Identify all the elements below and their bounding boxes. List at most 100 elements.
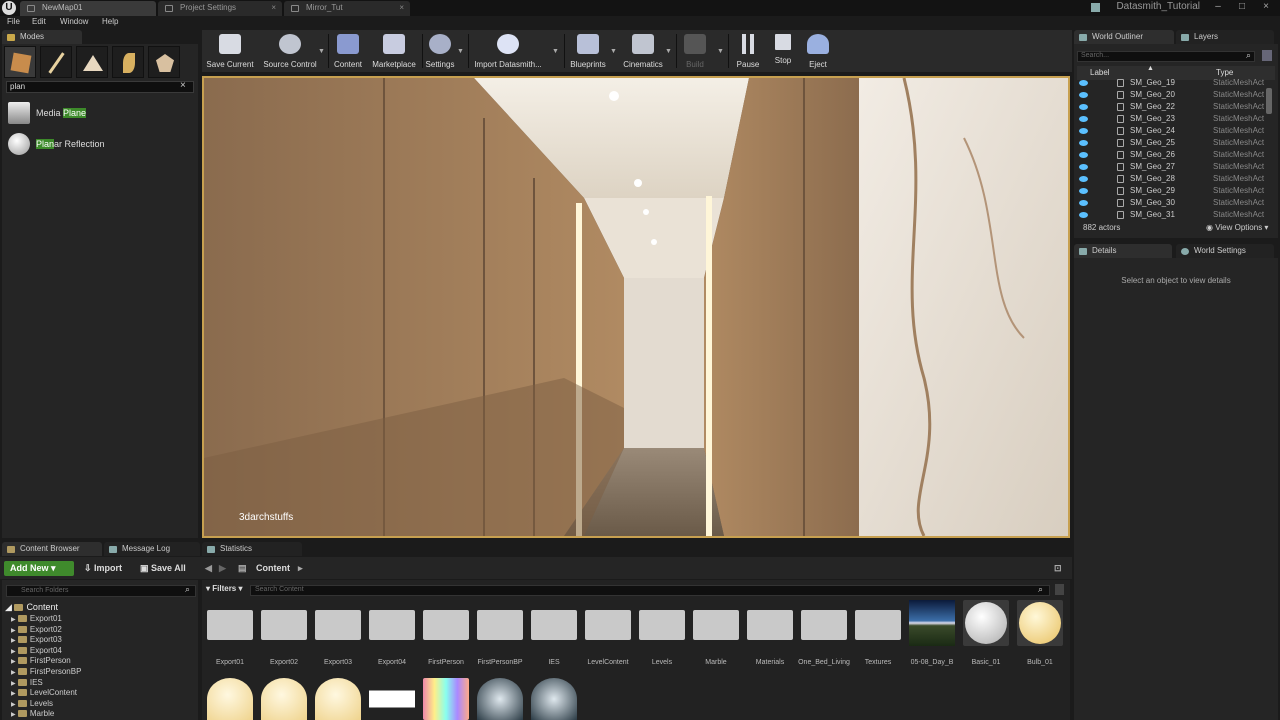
geometry-mode-button[interactable] (148, 46, 180, 78)
content-button[interactable]: Content (332, 32, 364, 70)
asset-thumbnail[interactable] (369, 678, 415, 720)
table-row[interactable]: SM_Geo_31 StaticMeshAct (1077, 209, 1265, 221)
asset-thumbnail[interactable] (909, 600, 955, 646)
column-type[interactable]: Type (1216, 68, 1233, 77)
paint-mode-button[interactable] (40, 46, 72, 78)
collapse-arrow-icon[interactable]: ▶ (11, 659, 16, 665)
table-row[interactable]: SM_Geo_26 StaticMeshAct (1077, 149, 1265, 161)
eye-icon[interactable] (1079, 200, 1088, 206)
folder-tree-item[interactable]: ▶ Export01 (11, 614, 62, 623)
folder-tree-item[interactable]: ▶ Levels (11, 699, 53, 708)
table-row[interactable]: SM_Geo_29 StaticMeshAct (1077, 185, 1265, 197)
source-control-button[interactable]: Source Control (260, 32, 320, 70)
list-item-media-plane[interactable]: Media Plane (8, 102, 198, 124)
blueprints-button[interactable]: Blueprints (568, 32, 608, 70)
folder-tree-item[interactable]: ▶ Export04 (11, 646, 62, 655)
chevron-down-icon[interactable]: ▼ (457, 48, 464, 55)
collapse-arrow-icon[interactable]: ▶ (11, 649, 16, 655)
tab-content-browser[interactable]: Content Browser (2, 542, 102, 556)
tab-mirror-tut[interactable]: Mirror_Tut × (284, 1, 410, 16)
marketplace-button[interactable]: Marketplace (370, 32, 418, 70)
tab-modes[interactable]: Modes (2, 30, 82, 44)
list-item-planar-reflection[interactable]: Planar Reflection (8, 133, 198, 155)
table-row[interactable]: SM_Geo_24 StaticMeshAct (1077, 125, 1265, 137)
folder-icon[interactable] (261, 610, 307, 640)
save-current-button[interactable]: Save Current (206, 32, 254, 70)
chevron-down-icon[interactable]: ▼ (318, 48, 325, 55)
eye-icon[interactable] (1079, 164, 1088, 170)
eye-icon[interactable] (1079, 128, 1088, 134)
folder-tree-item[interactable]: ▶ FirstPerson (11, 656, 71, 665)
asset-search-input[interactable]: Search Content (250, 585, 1050, 596)
table-row[interactable]: SM_Geo_23 StaticMeshAct (1077, 113, 1265, 125)
stop-button[interactable]: Stop (770, 32, 796, 70)
menu-file[interactable]: File (7, 17, 20, 26)
table-row[interactable]: SM_Geo_30 StaticMeshAct (1077, 197, 1265, 209)
clear-search-icon[interactable]: × (180, 80, 186, 91)
save-search-icon[interactable] (1055, 584, 1064, 595)
back-arrow-icon[interactable]: ◀ (205, 561, 212, 576)
table-row[interactable]: SM_Geo_28 StaticMeshAct (1077, 173, 1265, 185)
folder-tree-item[interactable]: ▶ FirstPersonBP (11, 667, 81, 676)
collapse-arrow-icon[interactable]: ▶ (11, 628, 16, 634)
tab-details[interactable]: Details (1074, 244, 1172, 258)
outliner-search-input[interactable]: Search... (1077, 51, 1255, 62)
asset-thumbnail[interactable] (477, 678, 523, 720)
menu-window[interactable]: Window (60, 17, 88, 26)
tab-layers[interactable]: Layers (1176, 30, 1274, 44)
column-label[interactable]: Label (1090, 68, 1110, 77)
tab-message-log[interactable]: Message Log (104, 542, 200, 556)
folder-icon[interactable] (531, 610, 577, 640)
tab-world-settings[interactable]: World Settings (1176, 244, 1274, 258)
collapse-arrow-icon[interactable]: ▶ (11, 638, 16, 644)
expand-icon[interactable]: ◢ (5, 602, 12, 612)
tab-project-settings[interactable]: Project Settings × (158, 1, 282, 16)
outliner-scrollbar[interactable] (1266, 88, 1272, 114)
eye-icon[interactable] (1079, 104, 1088, 110)
eye-icon[interactable] (1079, 212, 1088, 218)
eye-icon[interactable] (1079, 152, 1088, 158)
asset-thumbnail[interactable] (315, 678, 361, 720)
eye-icon[interactable] (1079, 80, 1088, 86)
folder-icon[interactable] (585, 610, 631, 640)
save-all-button[interactable]: ▣ Save All (140, 561, 186, 576)
eject-button[interactable]: Eject (804, 32, 832, 70)
place-mode-button[interactable] (4, 46, 36, 78)
asset-thumbnail[interactable] (963, 600, 1009, 646)
menu-edit[interactable]: Edit (32, 17, 46, 26)
tab-newmap01[interactable]: NewMap01 (20, 1, 156, 16)
lock-icon[interactable]: ⊡ (1054, 561, 1062, 576)
collapse-arrow-icon[interactable]: ▶ (11, 670, 16, 676)
breadcrumb-chevron-icon[interactable]: ▸ (298, 561, 303, 576)
collapse-arrow-icon[interactable]: ▶ (11, 702, 16, 708)
import-button[interactable]: ⇩ Import (84, 561, 122, 576)
cinematics-button[interactable]: Cinematics (622, 32, 664, 70)
close-window-icon[interactable]: × (1254, 0, 1278, 15)
chevron-down-icon[interactable]: ▼ (610, 48, 617, 55)
folder-icon[interactable] (369, 610, 415, 640)
table-row[interactable]: SM_Geo_22 StaticMeshAct (1077, 101, 1265, 113)
folder-icon[interactable] (693, 610, 739, 640)
folder-icon[interactable] (207, 610, 253, 640)
folder-icon[interactable] (423, 610, 469, 640)
folder-icon[interactable] (315, 610, 361, 640)
chevron-down-icon[interactable]: ▼ (717, 48, 724, 55)
foliage-mode-button[interactable] (112, 46, 144, 78)
close-icon[interactable]: × (271, 1, 276, 15)
collapse-arrow-icon[interactable]: ▶ (11, 617, 16, 623)
tab-world-outliner[interactable]: World Outliner (1074, 30, 1174, 44)
eye-icon[interactable] (1079, 140, 1088, 146)
table-row[interactable]: SM_Geo_25 StaticMeshAct (1077, 137, 1265, 149)
pause-button[interactable]: Pause (734, 32, 762, 70)
landscape-mode-button[interactable] (76, 46, 108, 78)
table-row[interactable]: SM_Geo_20 StaticMeshAct (1077, 89, 1265, 101)
breadcrumb-content[interactable]: Content (256, 561, 290, 576)
asset-thumbnail[interactable] (261, 678, 307, 720)
eye-icon[interactable] (1079, 188, 1088, 194)
collapse-arrow-icon[interactable]: ▶ (11, 712, 16, 718)
folder-tree-item[interactable]: ▶ Export02 (11, 625, 62, 634)
folder-tree-item[interactable]: ▶ IES (11, 678, 43, 687)
table-row[interactable]: SM_Geo_27 StaticMeshAct (1077, 161, 1265, 173)
folder-icon[interactable] (747, 610, 793, 640)
level-viewport[interactable]: 3darchstuffs (202, 76, 1070, 538)
